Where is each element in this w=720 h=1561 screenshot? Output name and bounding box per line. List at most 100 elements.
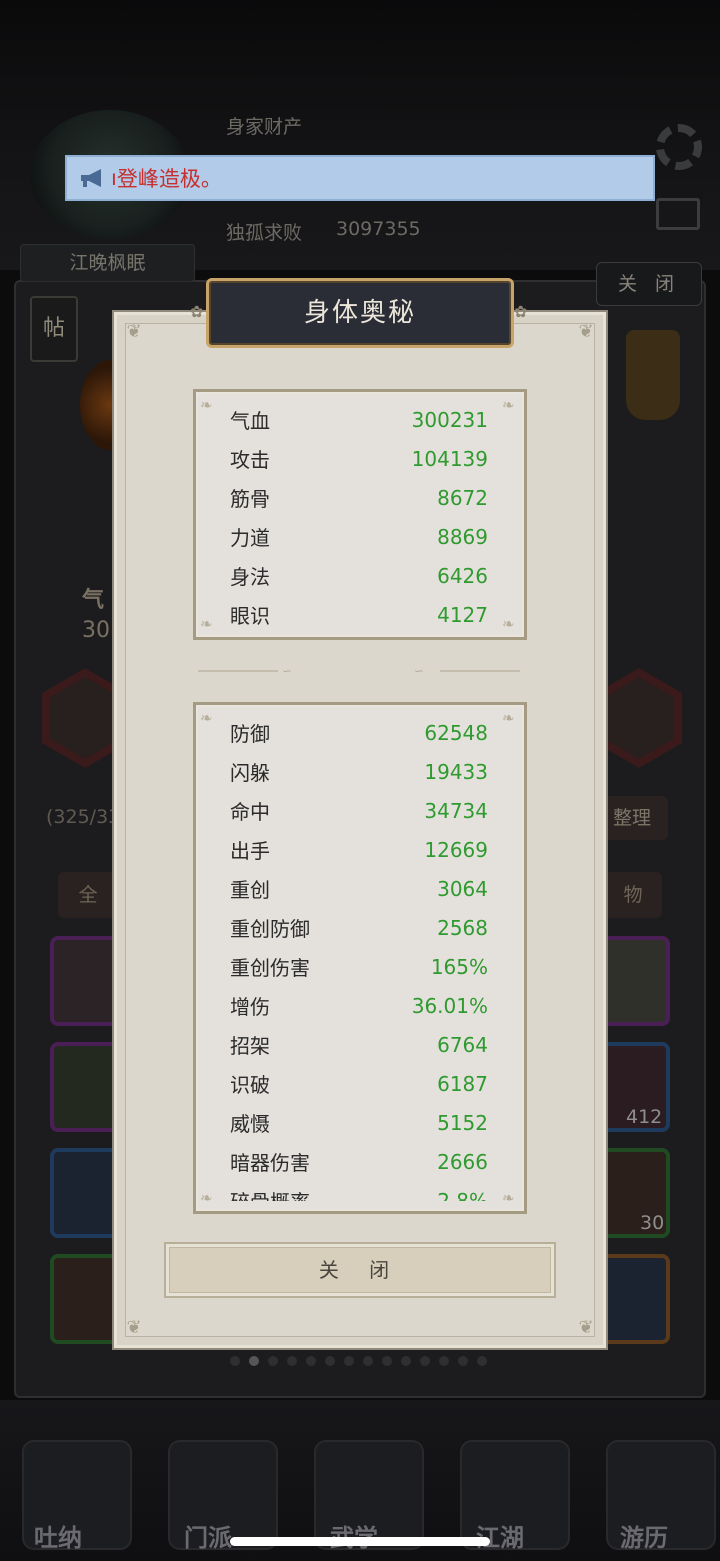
- qi-label-fragment: 气: [82, 588, 105, 613]
- stat-value: 6426: [437, 563, 488, 588]
- player-name: 江晚枫眠: [20, 244, 195, 282]
- stat-row: 重创 3064: [196, 869, 524, 908]
- stat-label: 碎骨概率: [230, 1186, 310, 1201]
- stat-row: 力道 8869: [196, 517, 524, 556]
- stat-label: 威慑: [230, 1112, 270, 1136]
- stat-label: 命中: [230, 800, 270, 824]
- stat-value: 2568: [437, 915, 488, 940]
- title-wing-right-icon: ✿: [514, 302, 528, 321]
- stat-row: 出手 12669: [196, 830, 524, 869]
- stat-value: 8869: [437, 524, 488, 549]
- stat-row: 防御 62548: [196, 713, 524, 752]
- tab-all[interactable]: 全: [58, 872, 118, 918]
- corner-ornament-icon: ❦: [578, 321, 594, 342]
- stat-row: 气血 300231: [196, 400, 524, 439]
- rank-label: 独孤求败: [226, 222, 303, 244]
- stat-value: 12669: [424, 837, 488, 862]
- stat-row: 威慑 5152: [196, 1103, 524, 1142]
- divider-ornament-icon: ∽: [282, 664, 293, 678]
- gear-icon[interactable]: [656, 124, 702, 170]
- dialog-title: 身体奥秘: [206, 278, 514, 348]
- item-count: 30: [640, 1212, 665, 1234]
- stat-row: 身法 6426: [196, 556, 524, 595]
- stat-value: 104139: [411, 446, 488, 471]
- megaphone-icon: [81, 169, 101, 187]
- ornament-icon[interactable]: [626, 330, 680, 420]
- stat-label: 重创: [230, 878, 270, 902]
- nav-travel-label: 游历: [620, 1524, 668, 1552]
- qi-value-fragment: 30: [82, 618, 110, 643]
- mail-icon[interactable]: [656, 198, 700, 230]
- stat-label: 重创伤害: [230, 956, 310, 980]
- stat-label: 招架: [230, 1034, 270, 1058]
- wealth-label: 身家财产: [226, 116, 303, 138]
- title-wing-left-icon: ✿: [190, 302, 204, 321]
- basic-stats-box: ❧ ❧ ❧ ❧ 气血 300231 攻击 104139 筋骨 8672 力道 8869 …: [193, 389, 527, 640]
- basic-stats-list: 气血 300231 攻击 104139 筋骨 8672 力道 8869 身法 6426 眼…: [196, 400, 524, 634]
- stat-label: 闪躲: [230, 761, 270, 785]
- announcement-text: 登峰造极。: [116, 167, 222, 191]
- stat-label: 增伤: [230, 995, 270, 1019]
- top-close-button[interactable]: 关 闭: [596, 262, 702, 306]
- stat-row: 识破 6187: [196, 1064, 524, 1103]
- stat-row: 招架 6764: [196, 1025, 524, 1064]
- home-indicator[interactable]: [230, 1537, 490, 1546]
- stat-label: 暗器伤害: [230, 1151, 310, 1175]
- nav-martial-label: 武学: [330, 1518, 378, 1553]
- stat-row: 眼识 4127: [196, 595, 524, 634]
- stat-value: 300231: [411, 407, 488, 432]
- divider-line: [198, 670, 278, 672]
- stat-value: 6764: [437, 1032, 488, 1057]
- stat-row: 重创伤害 165%: [196, 947, 524, 986]
- announcement-bar: ı 登峰造极。: [65, 155, 655, 201]
- stat-label: 眼识: [230, 604, 270, 628]
- advanced-stats-box[interactable]: ❧ ❧ ❧ ❧ 防御 62548 闪躲 19433 命中 34734 出手 12669 …: [193, 702, 527, 1214]
- stat-value: 62548: [424, 720, 488, 745]
- stat-value: 36.01%: [411, 993, 488, 1018]
- stat-value: 4127: [437, 602, 488, 627]
- stat-value: 34734: [424, 798, 488, 823]
- stat-value: 3064: [437, 876, 488, 901]
- stat-value: 2666: [437, 1149, 488, 1174]
- rank-value: 3097355: [336, 218, 421, 240]
- stat-label: 身法: [230, 565, 270, 589]
- nav-jianghu-label: 江湖: [476, 1524, 524, 1552]
- stat-row: 重创防御 2568: [196, 908, 524, 947]
- close-button[interactable]: 关 闭: [164, 1242, 556, 1298]
- stat-row: 增伤 36.01%: [196, 986, 524, 1025]
- bag-count-fragment: (325/33: [46, 806, 121, 828]
- stat-value: 8672: [437, 485, 488, 510]
- nav-sect-label: 门派: [184, 1524, 232, 1552]
- stat-value: 5152: [437, 1110, 488, 1135]
- corner-ornament-icon: ❦: [126, 1317, 142, 1338]
- stat-row: 筋骨 8672: [196, 478, 524, 517]
- divider-line: [440, 670, 520, 672]
- item-count: 412: [626, 1106, 663, 1128]
- corner-ornament-icon: ❦: [578, 1317, 594, 1338]
- stat-label: 识破: [230, 1073, 270, 1097]
- advanced-stats-list[interactable]: 防御 62548 闪躲 19433 命中 34734 出手 12669 重创 3064 重…: [196, 713, 524, 1202]
- stat-value: 165%: [430, 954, 488, 979]
- stat-row: 攻击 104139: [196, 439, 524, 478]
- stat-row: 命中 34734: [196, 791, 524, 830]
- stat-value: 6187: [437, 1071, 488, 1096]
- stat-row: 暗器伤害 2666: [196, 1142, 524, 1181]
- stat-label: 出手: [230, 839, 270, 863]
- post-icon[interactable]: 帖: [30, 296, 78, 362]
- nav-tuna-label: 吐纳: [34, 1524, 82, 1552]
- tab-items[interactable]: 物: [604, 872, 662, 918]
- stat-row: 碎骨概率 2.8%: [196, 1181, 524, 1202]
- stat-label: 攻击: [230, 448, 270, 472]
- stat-label: 防御: [230, 722, 270, 746]
- stat-label: 重创防御: [230, 917, 310, 941]
- divider-ornament-icon: ∽: [414, 664, 425, 678]
- stat-label: 筋骨: [230, 487, 270, 511]
- stat-row: 闪躲 19433: [196, 752, 524, 791]
- page-indicator: [230, 1356, 487, 1366]
- stat-value: 2.8%: [437, 1188, 488, 1202]
- stat-label: 力道: [230, 526, 270, 550]
- corner-ornament-icon: ❦: [126, 321, 142, 342]
- stat-label: 气血: [230, 409, 270, 433]
- stat-value: 19433: [424, 759, 488, 784]
- tidy-button[interactable]: 整理: [596, 796, 668, 840]
